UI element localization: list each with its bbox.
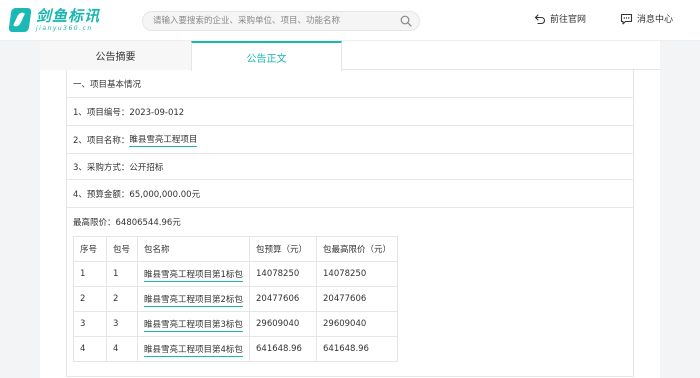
table-row: 2 2 睢县雪亮工程项目第2标包 20477606 20477606 (73, 286, 398, 312)
project-number: 1、项目编号：2023-09-012 (67, 98, 633, 126)
table-cell: 4 (73, 336, 107, 362)
table-cell: 29609040 (316, 311, 398, 337)
top-header: 剑鱼标讯 jianyu360.cn 前往官网 消息中心 (0, 0, 700, 41)
table-cell: 29609040 (249, 311, 317, 337)
return-arrow-icon (534, 13, 545, 24)
table-cell: 3 (106, 311, 138, 337)
package-name-link[interactable]: 睢县雪亮工程项目第1标包 (144, 270, 243, 282)
message-center-label: 消息中心 (637, 15, 674, 25)
table-cell: 20477606 (316, 286, 398, 312)
table-row: 3 3 睢县雪亮工程项目第3标包 29609040 29609040 (73, 311, 398, 337)
project-name-row: 2、项目名称： 睢县雪亮工程项目 (67, 126, 633, 154)
tab-bar: 公告摘要 公告正文 (40, 41, 660, 71)
table-cell: 2 (106, 286, 138, 312)
table-cell: 睢县雪亮工程项目第4标包 (137, 336, 250, 362)
column-header: 序号 (73, 236, 107, 262)
budget-amount: 4、预算金额：65,000,000.00元 (67, 180, 633, 208)
project-name-label: 2、项目名称： (73, 135, 130, 146)
announcement-body: 一、项目基本情况 1、项目编号：2023-09-012 2、项目名称： 睢县雪亮… (66, 70, 634, 377)
column-header: 包号 (106, 236, 138, 262)
logo-text: 剑鱼标讯 jianyu360.cn (36, 6, 101, 32)
logo-domain: jianyu360.cn (36, 24, 93, 32)
table-cell: 睢县雪亮工程项目第2标包 (137, 286, 250, 312)
package-name-link[interactable]: 睢县雪亮工程项目第3标包 (144, 320, 243, 332)
table-cell: 641648.96 (316, 336, 398, 362)
search-icon[interactable] (400, 15, 412, 27)
project-name-value[interactable]: 睢县雪亮工程项目 (129, 133, 198, 147)
table-cell: 20477606 (249, 286, 317, 312)
table-header-row: 序号 包号 包名称 包预算（元） 包最高限价（元） (73, 236, 398, 262)
table-row: 4 4 睢县雪亮工程项目第4标包 641648.96 641648.96 (73, 336, 398, 362)
max-price: 最高限价：64806544.96元 (73, 218, 181, 228)
table-row: 1 1 睢县雪亮工程项目第1标包 14078250 14078250 (73, 261, 398, 287)
message-center-link[interactable]: 消息中心 (620, 12, 673, 25)
table-cell: 2 (73, 286, 107, 312)
table-cell: 睢县雪亮工程项目第1标包 (137, 261, 250, 287)
search-bar (142, 11, 420, 31)
table-cell: 641648.96 (249, 336, 317, 362)
swordfish-logo-icon (8, 8, 32, 32)
official-site-link[interactable]: 前往官网 (534, 12, 586, 25)
table-cell: 3 (73, 311, 107, 337)
official-site-label: 前往官网 (550, 15, 587, 25)
package-name-link[interactable]: 睢县雪亮工程项目第2标包 (144, 295, 243, 307)
table-cell: 1 (106, 261, 138, 287)
table-cell: 14078250 (316, 261, 398, 287)
procurement-method: 3、采购方式：公开招标 (67, 154, 633, 180)
tab-summary[interactable]: 公告摘要 (40, 41, 191, 70)
section-title: 一、项目基本情况 (67, 70, 633, 98)
logo-chinese: 剑鱼标讯 (36, 6, 101, 25)
packages-table: 序号 包号 包名称 包预算（元） 包最高限价（元） 1 1 睢县雪亮工程项目第1… (73, 236, 398, 362)
table-cell: 14078250 (249, 261, 317, 287)
column-header: 包名称 (137, 236, 250, 262)
table-cell: 睢县雪亮工程项目第3标包 (137, 311, 250, 337)
column-header: 包预算（元） (249, 236, 317, 262)
site-logo[interactable]: 剑鱼标讯 jianyu360.cn (8, 6, 101, 34)
main-content: 公告摘要 公告正文 一、项目基本情况 1、项目编号：2023-09-012 2、… (40, 41, 660, 378)
search-input[interactable] (143, 12, 383, 30)
chat-bubble-icon (620, 13, 633, 24)
table-cell: 1 (73, 261, 107, 287)
packages-table-area: 序号 包号 包名称 包预算（元） 包最高限价（元） 1 1 睢县雪亮工程项目第1… (67, 236, 633, 377)
table-cell: 4 (106, 336, 138, 362)
column-header: 包最高限价（元） (316, 236, 398, 262)
package-name-link[interactable]: 睢县雪亮工程项目第4标包 (144, 345, 243, 357)
tab-full-text[interactable]: 公告正文 (191, 41, 342, 71)
